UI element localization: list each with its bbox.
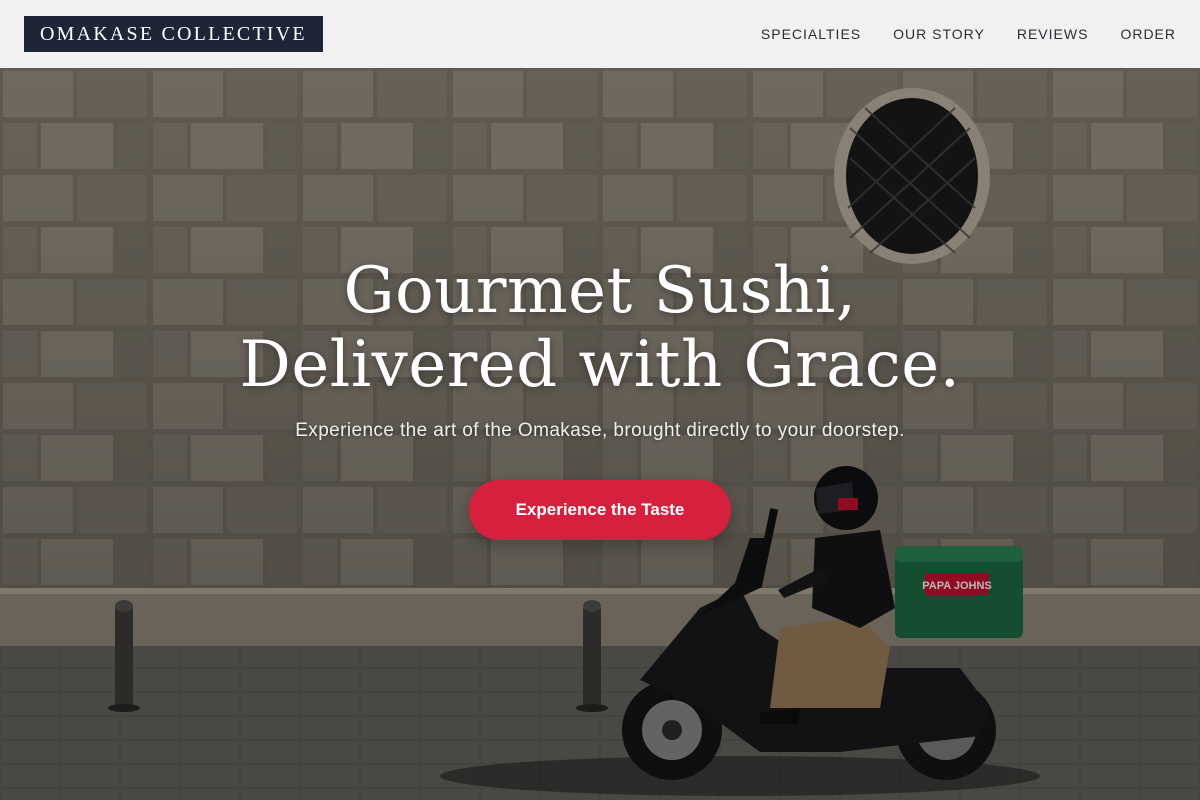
- nav-link-specialties[interactable]: SPECIALTIES: [761, 26, 861, 42]
- hero-title: Gourmet Sushi, Delivered with Grace.: [0, 254, 1200, 402]
- hero-title-line-2: Delivered with Grace.: [239, 328, 961, 402]
- brand-logo[interactable]: OMAKASE COLLECTIVE: [24, 16, 323, 52]
- hero-title-line-1: Gourmet Sushi,: [343, 254, 857, 328]
- hero-subtitle: Experience the art of the Omakase, broug…: [295, 420, 905, 441]
- site-header: OMAKASE COLLECTIVE SPECIALTIES OUR STORY…: [0, 0, 1200, 68]
- hero-content: Gourmet Sushi, Delivered with Grace. Exp…: [0, 254, 1200, 540]
- main-nav: SPECIALTIES OUR STORY REVIEWS ORDER: [729, 26, 1176, 42]
- nav-link-order[interactable]: ORDER: [1120, 26, 1176, 42]
- experience-the-taste-button[interactable]: Experience the Taste: [469, 480, 731, 540]
- hero-section: PAPA JOHNS Gourmet Sushi, Delivered with…: [0, 68, 1200, 800]
- nav-link-reviews[interactable]: REVIEWS: [1017, 26, 1089, 42]
- nav-link-our-story[interactable]: OUR STORY: [893, 26, 985, 42]
